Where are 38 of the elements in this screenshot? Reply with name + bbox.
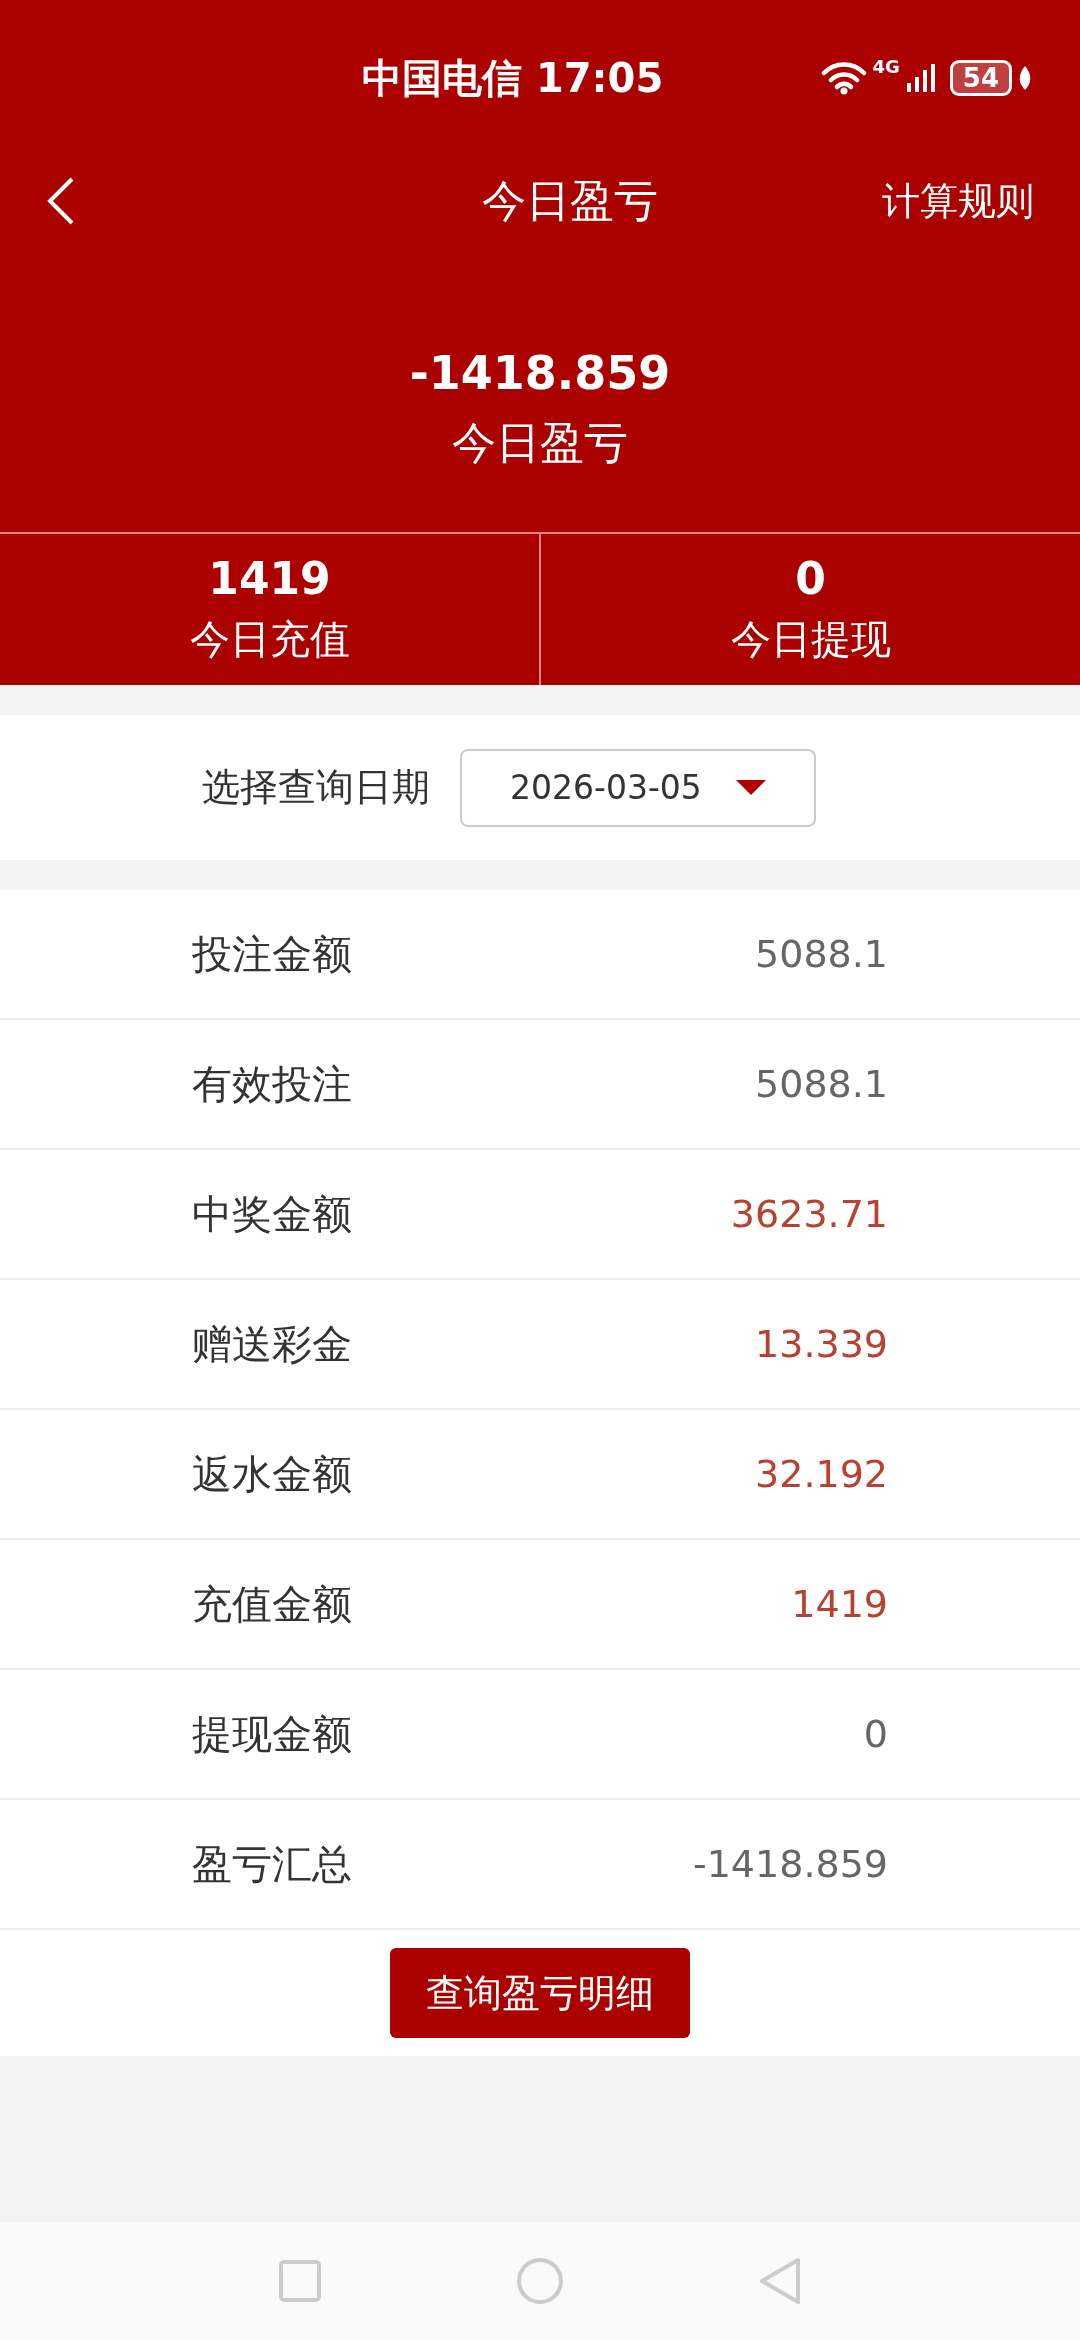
row-value: -1418.859 [692, 1842, 888, 1886]
date-label: 选择查询日期 [202, 764, 430, 811]
wifi-icon [820, 61, 867, 95]
row-label: 赠送彩金 [192, 1319, 352, 1369]
row-label: 返水金额 [192, 1449, 352, 1499]
recent-apps-icon[interactable] [278, 2259, 322, 2303]
stat-value: 1419 [208, 552, 331, 604]
row-value: 5088.1 [755, 932, 888, 976]
back-icon[interactable] [46, 176, 76, 226]
date-select[interactable]: 2026-03-05 [460, 748, 816, 827]
caret-icon [736, 779, 766, 796]
leaf-icon [1018, 65, 1032, 91]
row-value: 13.339 [755, 1322, 888, 1366]
network-type: 4G [872, 56, 900, 77]
profit-label: 今日盈亏 [452, 415, 628, 470]
status-carrier-time: 中国电信 17:05 [362, 53, 664, 103]
detail-button[interactable]: 查询盈亏明细 [390, 1948, 690, 2038]
row-label: 投注金额 [192, 929, 352, 979]
rules-link[interactable]: 计算规则 [882, 175, 1034, 227]
row-value: 1419 [791, 1582, 888, 1626]
row-value: 32.192 [755, 1452, 888, 1496]
stat-label: 今日提现 [730, 614, 891, 664]
row-label: 有效投注 [192, 1059, 352, 1109]
row-value: 5088.1 [755, 1062, 888, 1106]
row-label: 中奖金额 [192, 1189, 352, 1239]
stat-label: 今日充值 [189, 614, 350, 664]
row-label: 提现金额 [192, 1709, 352, 1759]
page-title: 今日盈亏 [482, 173, 658, 228]
home-icon[interactable] [516, 2257, 564, 2305]
stat-value: 0 [795, 552, 826, 604]
row-value: 3623.71 [730, 1192, 888, 1236]
row-label: 充值金额 [192, 1579, 352, 1629]
row-value: 0 [863, 1712, 888, 1756]
profit-value: -1418.859 [409, 345, 671, 400]
back-nav-icon[interactable] [758, 2257, 802, 2305]
row-label: 盈亏汇总 [192, 1839, 352, 1889]
signal-icon [905, 63, 936, 93]
battery-level: 54 [949, 60, 1012, 96]
